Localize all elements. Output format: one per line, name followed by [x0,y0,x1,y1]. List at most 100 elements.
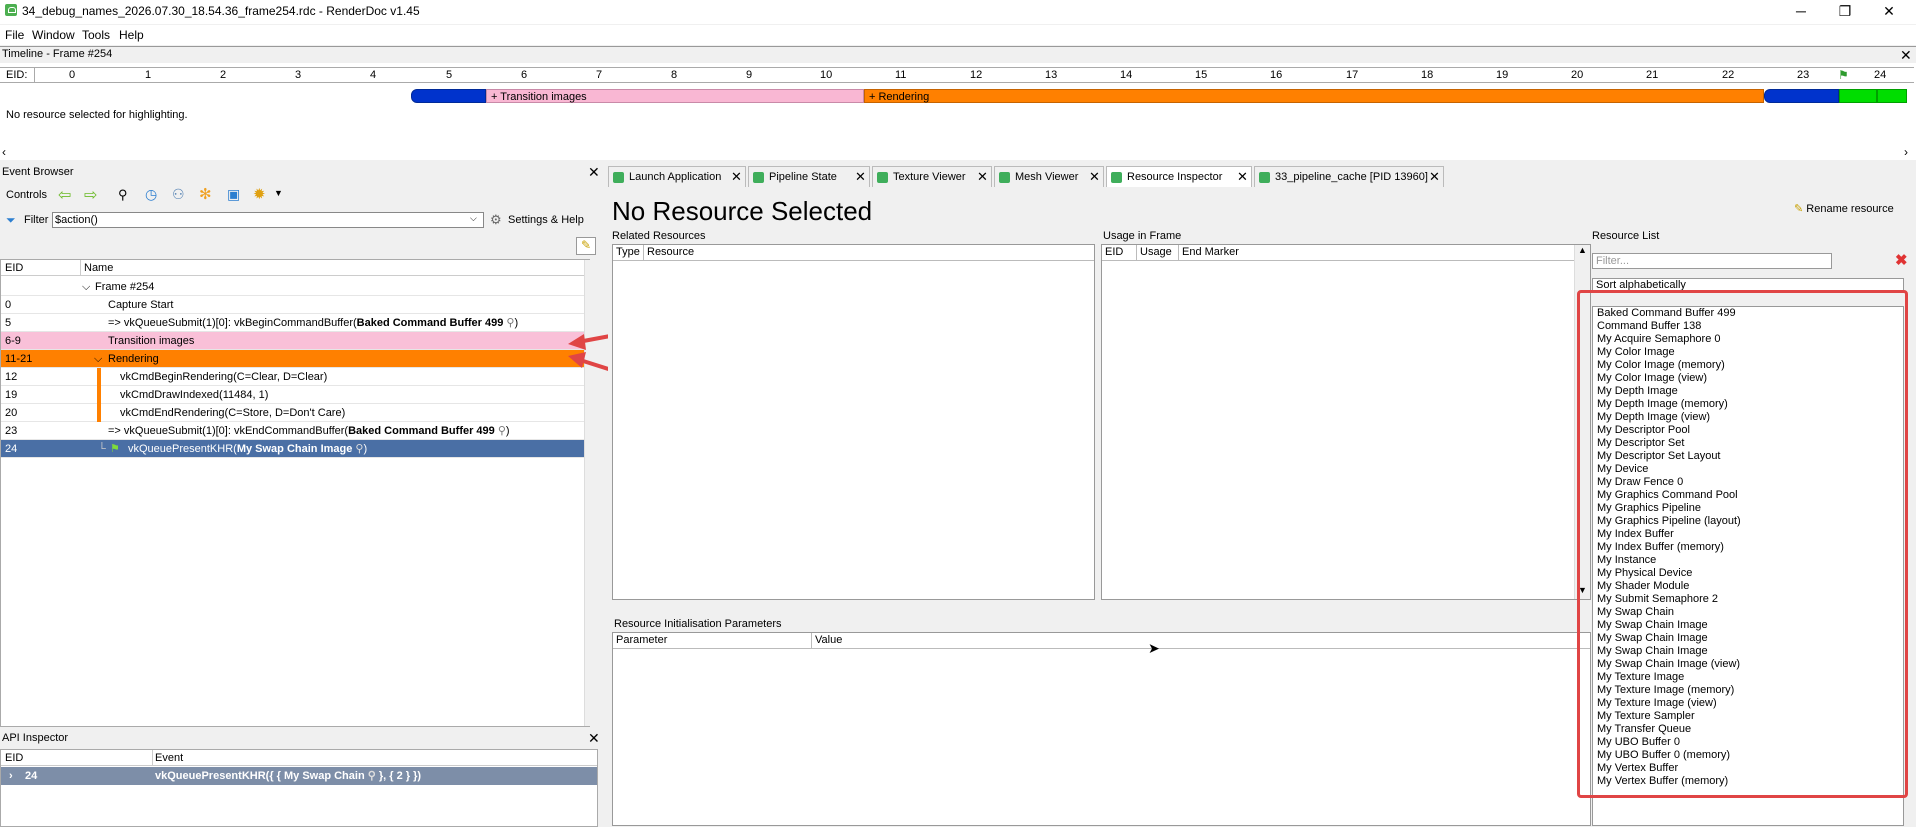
edit-bookmark-icon[interactable]: ✎ [576,237,596,255]
menu-tools[interactable]: Tools [82,28,110,42]
settings-icon[interactable]: ⚙ [490,212,502,228]
menu-help[interactable]: Help [119,28,144,42]
expand-chevron-icon[interactable]: ⌵ [94,350,102,368]
resource-filter-input[interactable]: Filter... [1592,253,1832,269]
clear-filter-icon[interactable]: ✖ [1895,251,1908,269]
chevron-down-icon[interactable]: ▼ [274,188,283,198]
api-table-row[interactable]: › 24 vkQueuePresentKHR({ { My Swap Chain… [1,767,597,785]
timeline-marker-green[interactable] [1839,89,1877,103]
table-row[interactable]: 0 Capture Start [1,296,585,314]
table-row-transition[interactable]: 6-9 Transition images [1,332,585,350]
goto-eid-icon[interactable]: ◷ [145,186,157,203]
tick-label: 17 [1346,69,1359,81]
timeline-marker-blue-2[interactable] [1764,89,1839,103]
column-divider [152,750,153,766]
event-eid: 20 [5,407,18,419]
scroll-right-icon[interactable]: › [1904,145,1908,159]
find-icon[interactable]: ⚲ [118,187,128,203]
event-eid: 5 [5,317,12,329]
column-header-type[interactable]: Type [616,246,640,258]
column-header-value[interactable]: Value [815,634,842,646]
timeline-close-icon[interactable]: ✕ [1900,48,1912,62]
link-icon: ⚲ [364,770,379,782]
tab-close-icon[interactable]: ✕ [731,167,742,187]
column-header-name[interactable]: Name [84,262,113,274]
timeline-axis[interactable]: EID: 0 1 2 3 4 5 6 7 8 9 10 11 12 13 14 … [0,67,1914,83]
column-header-eid[interactable]: EID [1105,246,1123,258]
resource-inspector-panel: No Resource Selected ✎ Rename resource R… [608,188,1916,827]
column-header-parameter[interactable]: Parameter [616,634,667,646]
api-eid: 24 [25,770,38,782]
api-inspector-close-icon[interactable]: ✕ [588,731,600,745]
api-inspector-title: API Inspector [0,731,600,745]
event-table-header: EID Name [1,260,585,276]
tick-label: 11 [895,69,907,81]
table-row[interactable]: 19 vkCmdDrawIndexed(11484, 1) [1,386,585,404]
next-action-icon[interactable]: ⇨ [84,185,97,205]
column-header-eid[interactable]: EID [5,262,23,274]
tab-close-icon[interactable]: ✕ [1237,167,1248,187]
timeline-marker-green-2[interactable] [1877,89,1907,103]
tab-launch-application[interactable]: Launch Application ✕ [608,166,746,187]
tab-close-icon[interactable]: ✕ [977,167,988,187]
table-row[interactable]: 5 => vkQueueSubmit(1)[0]: vkBeginCommand… [1,314,585,332]
tab-close-icon[interactable]: ✕ [1429,167,1440,187]
event-name: vkCmdBeginRendering(C=Clear, D=Clear) [120,371,328,383]
init-params-table: Parameter Value [612,632,1591,826]
previous-action-icon[interactable]: ⇦ [58,185,71,205]
marker-bracket [97,368,101,386]
usage-in-frame-title: Usage in Frame [1103,230,1182,242]
settings-gear-icon[interactable]: ✹ [253,185,266,203]
event-browser-close-icon[interactable]: ✕ [588,165,600,179]
tab-pipeline-cache[interactable]: 33_pipeline_cache [PID 13960] ✕ [1254,166,1444,187]
column-header-resource[interactable]: Resource [647,246,694,258]
table-row[interactable]: 23 => vkQueueSubmit(1)[0]: vkEndCommandB… [1,422,585,440]
timeline-horizontal-scrollbar[interactable]: ‹ › [0,145,1916,159]
table-row[interactable]: ⌵ Frame #254 [1,278,585,296]
expand-arrow-icon[interactable]: › [9,767,13,785]
expand-chevron-icon[interactable]: ⌵ [82,278,90,296]
table-row[interactable]: 20 vkCmdEndRendering(C=Store, D=Don't Ca… [1,404,585,422]
timeline-marker-transition[interactable]: + Transition images [486,89,864,103]
tab-close-icon[interactable]: ✕ [855,167,866,187]
table-row-selected[interactable]: 24 └ ⚑ vkQueuePresentKHR(My Swap Chain I… [1,440,585,458]
rename-resource-button[interactable]: ✎ Rename resource [1794,202,1894,215]
minimize-button[interactable]: ─ [1786,2,1816,20]
column-divider [1178,245,1179,261]
scroll-left-icon[interactable]: ‹ [2,145,6,159]
tab-close-icon[interactable]: ✕ [1089,167,1100,187]
event-eid: 12 [5,371,18,383]
close-window-button[interactable]: ✕ [1874,2,1904,20]
rename-pencil-icon: ✎ [1794,203,1804,215]
tick-label: 23 [1797,69,1810,81]
column-header-end-marker[interactable]: End Marker [1182,246,1239,258]
api-table-header: EID Event [1,750,597,766]
menu-file[interactable]: File [5,28,24,42]
flag-icon: ⚑ [1838,68,1849,82]
timeline-marker-blue[interactable] [411,89,486,103]
title-bar: 34_debug_names_2026.07.30_18.54.36_frame… [0,0,1916,24]
timeline-marker-rendering[interactable]: + Rendering [864,89,1764,103]
column-header-event[interactable]: Event [155,752,183,764]
timeline-icon[interactable]: ⚇ [172,186,185,203]
table-row[interactable]: 12 vkCmdBeginRendering(C=Clear, D=Clear) [1,368,585,386]
mouse-cursor-icon: ➤ [1148,640,1160,656]
present-flag-icon: ⚑ [110,443,120,455]
marker-bracket [97,386,101,404]
settings-help-button[interactable]: Settings & Help [508,214,584,226]
tab-texture-viewer[interactable]: Texture Viewer ✕ [872,166,992,187]
column-header-eid[interactable]: EID [5,752,23,764]
tab-pipeline-state[interactable]: Pipeline State ✕ [748,166,870,187]
maximize-button[interactable]: ❐ [1830,2,1860,20]
menu-window[interactable]: Window [32,28,75,42]
tab-resource-inspector[interactable]: Resource Inspector ✕ [1106,166,1252,187]
filter-dropdown-icon[interactable]: ⌵ [470,213,477,224]
tab-mesh-viewer[interactable]: Mesh Viewer ✕ [994,166,1104,187]
window-title: 34_debug_names_2026.07.30_18.54.36_frame… [22,4,420,18]
filter-input[interactable]: $action() [52,212,484,228]
bookmark-icon[interactable]: ✻ [199,185,212,203]
scroll-up-icon[interactable]: ▲ [1578,245,1587,255]
column-header-usage[interactable]: Usage [1140,246,1172,258]
table-row-rendering[interactable]: 11-21 ⌵ Rendering [1,350,585,368]
save-icon[interactable]: ▣ [227,186,240,203]
